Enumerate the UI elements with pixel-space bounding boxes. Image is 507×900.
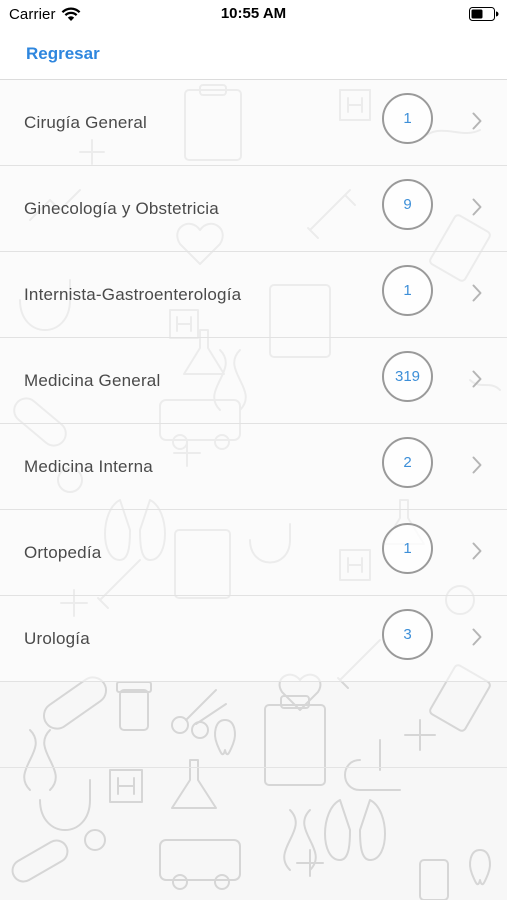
count-badge: 2 (382, 437, 433, 488)
list-item-ortopedia[interactable]: Ortopedía 1 (0, 510, 507, 596)
count-badge: 9 (382, 179, 433, 230)
clock: 10:55 AM (220, 5, 287, 22)
chevron-right-icon (472, 628, 482, 646)
count-badge: 1 (382, 93, 433, 144)
chevron-right-icon (472, 284, 482, 302)
list-item-medicina-interna[interactable]: Medicina Interna 2 (0, 424, 507, 510)
list-item-label: Ortopedía (24, 543, 102, 562)
list-item-label: Urología (24, 629, 90, 648)
count-badge: 3 (382, 609, 433, 660)
list-item-label: Internista-Gastroenterología (24, 285, 242, 304)
count-badge: 1 (382, 265, 433, 316)
chevron-right-icon (472, 370, 482, 388)
list-item-label: Medicina General (24, 371, 161, 390)
chevron-right-icon (472, 542, 482, 560)
chevron-right-icon (472, 456, 482, 474)
list-item-label: Ginecología y Obstetricia (24, 199, 219, 218)
back-button[interactable]: Regresar (26, 44, 100, 64)
status-bar: Carrier 10:55 AM (0, 0, 507, 30)
list-item-internista-gastroenterologia[interactable]: Internista-Gastroenterología 1 (0, 252, 507, 338)
list-item-label: Medicina Interna (24, 457, 153, 476)
list-item-label: Cirugía General (24, 113, 148, 132)
chevron-right-icon (472, 112, 482, 130)
list-item-ginecologia-obstetricia[interactable]: Ginecología y Obstetricia 9 (0, 166, 507, 252)
chevron-right-icon (472, 198, 482, 216)
count-badge: 319 (382, 351, 433, 402)
list-item-cirugia-general[interactable]: Cirugía General 1 (0, 80, 507, 166)
count-badge: 1 (382, 523, 433, 574)
battery-icon (469, 7, 499, 21)
empty-row-separator (0, 682, 507, 768)
navigation-bar: Regresar (0, 30, 507, 80)
specialty-list: Cirugía General 1 Ginecología y Obstetri… (0, 80, 507, 768)
list-item-urologia[interactable]: Urología 3 (0, 596, 507, 682)
list-item-medicina-general[interactable]: Medicina General 319 (0, 338, 507, 424)
